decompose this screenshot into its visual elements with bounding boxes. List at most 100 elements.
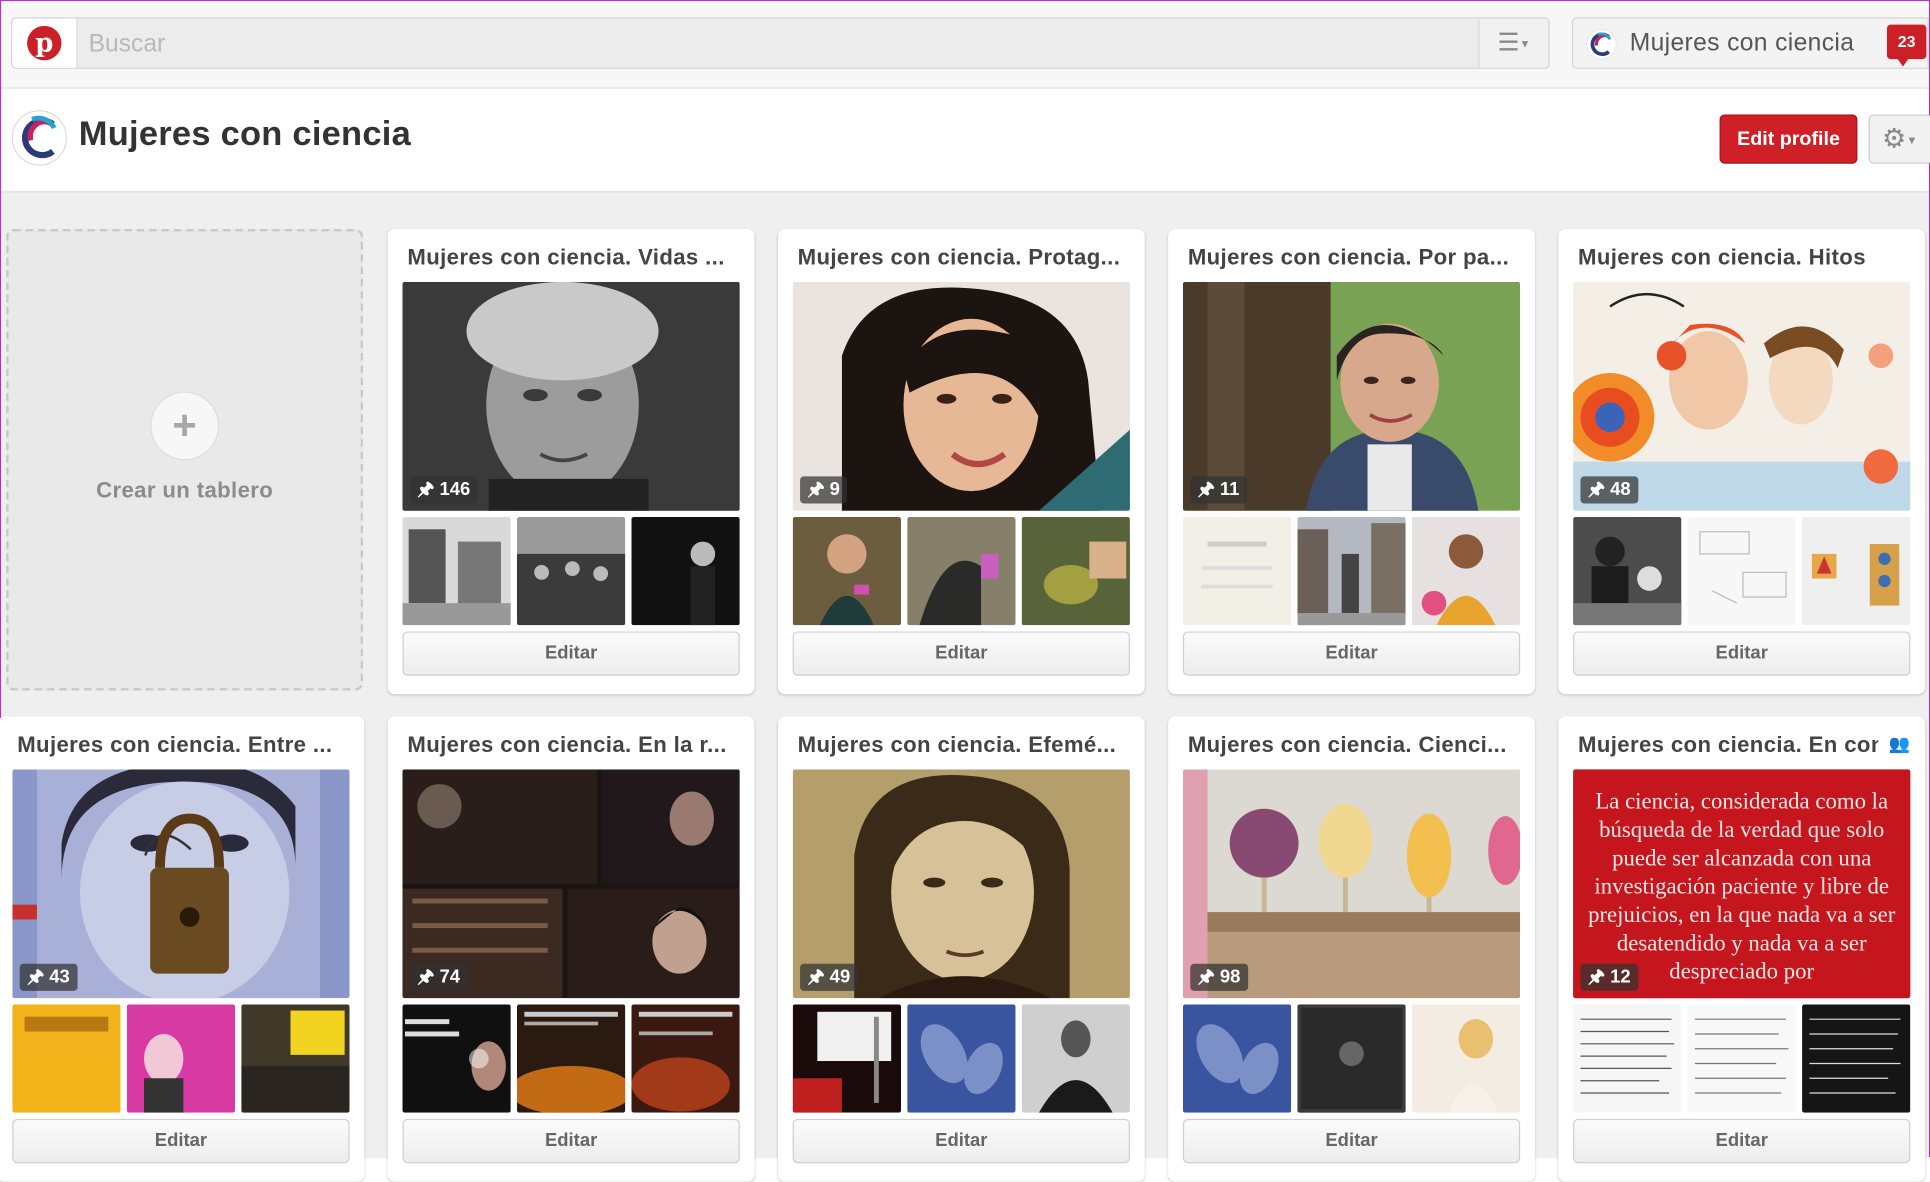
collaborators-icon: 👥	[1888, 733, 1911, 754]
chevron-down-icon: ▼	[1519, 37, 1531, 51]
board-thumbnail[interactable]	[1573, 516, 1682, 626]
edit-board-button[interactable]: Editar	[1573, 631, 1911, 676]
pin-count: 🖈 11	[1190, 476, 1247, 504]
pin-count-value: 49	[829, 966, 851, 988]
pin-count-value: 98	[1219, 966, 1241, 988]
page: p ☰▼ Mujeres con ciencia 23 Mujeres	[0, 0, 1930, 1182]
board-title: Mujeres con ciencia. Vidas ...	[407, 244, 725, 270]
board-cover-image[interactable]: 🖈 43	[12, 769, 350, 999]
board-title: Mujeres con ciencia. En la r...	[407, 732, 727, 758]
board-title: Mujeres con ciencia. Entre ...	[17, 732, 333, 758]
pin-count: 🖈 9	[800, 476, 848, 504]
pinterest-logo-icon: p	[27, 25, 62, 61]
pin-count: 🖈 43	[19, 963, 78, 991]
board-thumbnail[interactable]	[792, 1004, 902, 1113]
plus-icon: +	[150, 391, 220, 461]
board-card[interactable]: Mujeres con ciencia. Efemé... 🖈 49 Edita…	[777, 716, 1145, 1182]
board-title: Mujeres con ciencia. Efemé...	[797, 732, 1117, 758]
search-bar: p ☰▼	[11, 17, 1550, 69]
edit-board-button[interactable]: Editar	[792, 631, 1130, 676]
board-cover-image[interactable]: 🖈 49	[792, 769, 1130, 999]
create-board-label: Crear un tablero	[96, 477, 274, 503]
profile-avatar-icon	[11, 110, 68, 166]
pin-count: 🖈 49	[800, 963, 858, 991]
board-title: Mujeres con ciencia. Protag...	[797, 244, 1121, 270]
settings-button[interactable]: ⚙▼	[1868, 114, 1930, 164]
board-cover-image[interactable]: 🖈 98	[1182, 769, 1521, 999]
board-thumbnail[interactable]	[402, 1004, 511, 1113]
pin-count-value: 48	[1610, 478, 1631, 500]
board-cover-image[interactable]: 🖈 74	[402, 769, 740, 999]
board-card[interactable]: Mujeres con ciencia. En la r... 🖈 74 Edi…	[387, 716, 755, 1182]
board-thumbnail[interactable]	[792, 516, 902, 626]
board-thumbnail[interactable]	[1297, 1004, 1406, 1113]
board-thumbnail[interactable]	[126, 1004, 236, 1113]
board-thumbnail[interactable]	[1411, 1004, 1521, 1113]
board-thumbnail[interactable]	[1802, 516, 1911, 626]
board-card[interactable]: Mujeres con ciencia. Entre ... 🖈 43 Edit…	[0, 716, 365, 1182]
create-board-tile[interactable]: + Crear un tablero	[6, 228, 364, 691]
notifications-badge[interactable]: 23	[1886, 24, 1927, 67]
board-thumbnail[interactable]	[516, 1004, 626, 1113]
board-thumbnail[interactable]	[1802, 1004, 1911, 1113]
board-card[interactable]: Mujeres con ciencia. Vidas ... 🖈 146 Edi…	[387, 228, 755, 695]
pin-count: 🖈 98	[1190, 963, 1248, 991]
board-title: Mujeres con ciencia. Hitos	[1578, 244, 1866, 270]
board-thumbnail[interactable]	[907, 516, 1016, 626]
search-input[interactable]	[86, 23, 1470, 66]
pin-count: 🖈 12	[1580, 963, 1639, 991]
board-thumbnail[interactable]	[1182, 1004, 1292, 1113]
cover-quote-text: La ciencia, considerada como la búsqueda…	[1588, 790, 1896, 985]
user-name: Mujeres con ciencia	[1629, 29, 1855, 57]
board-cover-image[interactable]: La ciencia, considerada como la búsqueda…	[1573, 769, 1911, 999]
board-title: Mujeres con ciencia. Por pa...	[1187, 244, 1510, 270]
board-cover-image[interactable]: 🖈 48	[1573, 281, 1911, 511]
chevron-down-icon: ▼	[1906, 134, 1918, 147]
edit-board-button[interactable]: Editar	[402, 631, 740, 676]
categories-menu-button[interactable]: ☰▼	[1478, 18, 1549, 68]
pinterest-logo-button[interactable]: p	[12, 18, 78, 68]
board-thumbnail[interactable]	[241, 1004, 350, 1113]
board-thumbnail[interactable]	[1687, 1004, 1796, 1113]
board-cover-image[interactable]: 🖈 146	[402, 281, 740, 511]
board-thumbnail[interactable]	[631, 516, 740, 626]
hamburger-menu-icon: ☰	[1497, 29, 1520, 57]
pin-count: 🖈 146	[409, 476, 478, 504]
gear-icon: ⚙	[1882, 123, 1907, 154]
pin-count-value: 74	[439, 966, 461, 988]
pin-count: 🖈 48	[1580, 476, 1639, 504]
board-cover-image[interactable]: 🖈 9	[792, 281, 1130, 511]
board-thumbnail[interactable]	[1687, 516, 1796, 626]
board-thumbnail[interactable]	[631, 1004, 740, 1113]
board-thumbnail[interactable]	[907, 1004, 1016, 1113]
board-thumbnail[interactable]	[1573, 1004, 1682, 1113]
user-avatar-icon	[1586, 29, 1617, 60]
board-thumbnail[interactable]	[1021, 516, 1130, 626]
board-thumbnail[interactable]	[402, 516, 511, 626]
board-thumbnail[interactable]	[1182, 516, 1292, 626]
pin-count-value: 146	[439, 478, 471, 500]
board-card[interactable]: Mujeres con ciencia. Cienci... 🖈 98 Edit…	[1168, 716, 1535, 1182]
board-card[interactable]: Mujeres con ciencia. Protag... 🖈 9 Edita…	[777, 228, 1145, 695]
board-thumbnail[interactable]	[12, 1004, 121, 1113]
pin-count-value: 43	[49, 966, 70, 988]
pin-count-value: 12	[1610, 966, 1631, 988]
edit-profile-button[interactable]: Edit profile	[1719, 114, 1858, 164]
pin-count-value: 11	[1219, 478, 1240, 500]
pin-count: 🖈 74	[409, 963, 468, 991]
board-cover-image[interactable]: 🖈 11	[1182, 281, 1521, 511]
board-thumbnail[interactable]	[1411, 516, 1521, 626]
board-card[interactable]: Mujeres con ciencia. Hitos 🖈 48 Editar	[1558, 228, 1926, 695]
board-thumbnail[interactable]	[1297, 516, 1406, 626]
top-bar: p ☰▼ Mujeres con ciencia 23	[1, 1, 1929, 89]
board-title: Mujeres con ciencia. En con	[1578, 732, 1879, 758]
pin-count-value: 9	[829, 478, 840, 500]
board-title: Mujeres con ciencia. Cienci...	[1187, 732, 1507, 758]
board-thumbnail[interactable]	[516, 516, 626, 626]
board-card[interactable]: Mujeres con ciencia. Por pa... 🖈 11 Edit…	[1168, 228, 1535, 695]
page-title: Mujeres con ciencia	[78, 114, 412, 153]
board-card[interactable]: Mujeres con ciencia. En con 👥 La ciencia…	[1558, 716, 1926, 1182]
board-thumbnail[interactable]	[1021, 1004, 1130, 1113]
edit-board-button[interactable]: Editar	[1182, 631, 1521, 676]
user-menu-button[interactable]: Mujeres con ciencia	[1571, 17, 1929, 69]
